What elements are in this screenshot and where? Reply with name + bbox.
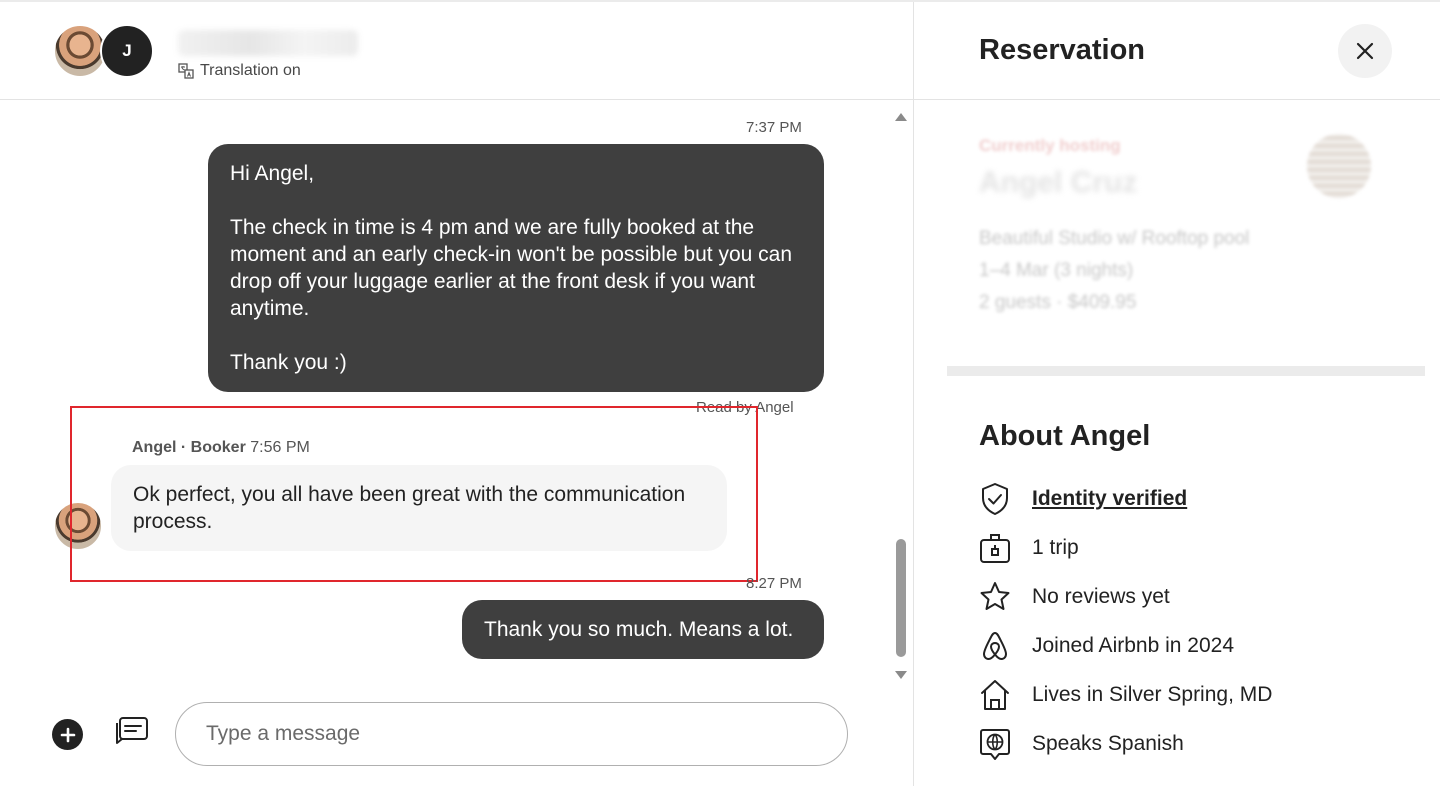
translate-icon bbox=[178, 63, 194, 79]
message-composer bbox=[0, 682, 913, 786]
quick-reply-icon bbox=[116, 717, 148, 744]
fact-label: Speaks Spanish bbox=[1032, 732, 1184, 755]
quick-replies-button[interactable] bbox=[114, 716, 150, 750]
scroll-down-arrow-icon[interactable] bbox=[895, 671, 907, 679]
panel-title: Reservation bbox=[979, 34, 1146, 66]
scrollbar-thumb[interactable] bbox=[896, 539, 906, 657]
outgoing-message-bubble[interactable]: Thank you so much. Means a lot. bbox=[462, 600, 824, 659]
plus-icon bbox=[60, 727, 75, 742]
fact-reviews: No reviews yet bbox=[979, 580, 1170, 614]
section-divider bbox=[947, 366, 1425, 376]
airbnb-logo-icon bbox=[983, 632, 1007, 660]
guest-avatar[interactable] bbox=[53, 24, 107, 78]
message-sender-line: Angel · Booker 7:56 PM bbox=[132, 439, 310, 457]
message-timestamp: 7:56 PM bbox=[250, 439, 310, 456]
reservation-guests-price: 2 guests · $409.95 bbox=[979, 292, 1137, 313]
fact-location: Lives in Silver Spring, MD bbox=[979, 678, 1272, 712]
thread-scrollbar[interactable] bbox=[893, 109, 909, 679]
outgoing-message-bubble[interactable]: Hi Angel, The check in time is 4 pm and … bbox=[208, 144, 824, 392]
panel-header: Reservation bbox=[914, 2, 1440, 100]
host-avatar[interactable]: J bbox=[100, 24, 154, 78]
suitcase-icon bbox=[980, 534, 1010, 563]
translation-label: Translation on bbox=[200, 62, 301, 79]
sender-avatar[interactable] bbox=[53, 501, 103, 551]
message-thread[interactable]: 7:37 PM Hi Angel, The check in time is 4… bbox=[0, 101, 913, 681]
scroll-up-arrow-icon[interactable] bbox=[895, 113, 907, 121]
reservation-panel: Reservation Currently hosting Angel Cruz… bbox=[914, 2, 1440, 786]
message-timestamp: 7:37 PM bbox=[746, 119, 802, 136]
reservation-listing: Beautiful Studio w/ Rooftop pool bbox=[979, 228, 1250, 249]
fact-identity-verified[interactable]: Identity verified bbox=[979, 482, 1187, 516]
globe-chat-icon bbox=[980, 729, 1010, 760]
sender-name: Angel · Booker bbox=[132, 439, 246, 456]
message-input[interactable] bbox=[175, 702, 848, 766]
close-icon bbox=[1356, 42, 1374, 60]
reservation-status: Currently hosting bbox=[979, 136, 1121, 155]
star-icon bbox=[980, 582, 1010, 610]
shield-check-icon bbox=[982, 483, 1008, 515]
reservation-guest-name: Angel Cruz bbox=[979, 166, 1138, 199]
fact-languages: Speaks Spanish bbox=[979, 727, 1184, 761]
conversation-header: J Translation on bbox=[0, 2, 913, 100]
home-icon bbox=[981, 680, 1009, 710]
identity-verified-link[interactable]: Identity verified bbox=[1032, 487, 1187, 511]
reservation-dates: 1–4 Mar (3 nights) bbox=[979, 260, 1134, 281]
reservation-card[interactable]: Currently hosting Angel Cruz Beautiful S… bbox=[947, 102, 1425, 364]
conversation-title-redacted bbox=[178, 30, 358, 56]
incoming-message-bubble[interactable]: Ok perfect, you all have been great with… bbox=[111, 465, 727, 551]
add-attachment-button[interactable] bbox=[52, 719, 83, 750]
conversation-pane: J Translation on 7:37 PM Hi Angel, The c… bbox=[0, 2, 913, 786]
close-panel-button[interactable] bbox=[1338, 24, 1392, 78]
fact-trips: 1 trip bbox=[979, 531, 1079, 565]
fact-label: No reviews yet bbox=[1032, 585, 1170, 608]
about-guest-title: About Angel bbox=[979, 420, 1151, 452]
fact-label: Joined Airbnb in 2024 bbox=[1032, 634, 1234, 657]
listing-thumbnail bbox=[1307, 134, 1371, 198]
fact-label: Lives in Silver Spring, MD bbox=[1032, 683, 1273, 706]
message-timestamp: 8:27 PM bbox=[746, 575, 802, 592]
fact-joined: Joined Airbnb in 2024 bbox=[979, 629, 1234, 663]
translation-status[interactable]: Translation on bbox=[178, 62, 301, 80]
fact-label: 1 trip bbox=[1032, 536, 1079, 559]
read-receipt: Read by Angel bbox=[696, 399, 794, 416]
